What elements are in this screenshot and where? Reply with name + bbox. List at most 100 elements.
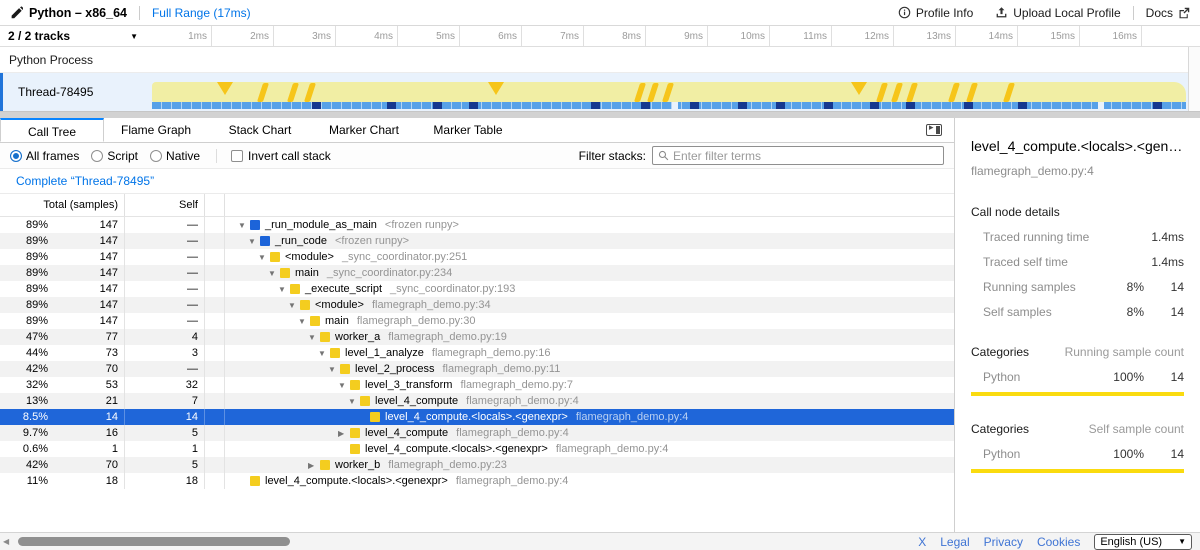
call-node[interactable]: ▼worker_aflamegraph_demo.py:19 — [225, 329, 954, 345]
breadcrumb-root-link[interactable]: Complete “Thread-78495” — [16, 174, 154, 188]
call-node[interactable]: ▼<module>_sync_coordinator.py:251 — [225, 249, 954, 265]
invert-call-stack-option[interactable]: Invert call stack — [216, 149, 331, 163]
footer-link-privacy[interactable]: Privacy — [984, 535, 1023, 549]
call-node[interactable]: ▼level_4_computeflamegraph_demo.py:4 — [225, 393, 954, 409]
call-node[interactable]: ▼level_3_transformflamegraph_demo.py:7 — [225, 377, 954, 393]
collapse-icon[interactable]: ▼ — [266, 269, 280, 278]
radio-icon[interactable] — [91, 150, 103, 162]
thread-track[interactable]: Thread-78495 — [0, 73, 1200, 111]
collapse-icon[interactable]: ▼ — [246, 237, 260, 246]
track-scrollbar-gutter[interactable] — [1188, 47, 1200, 111]
call-node[interactable]: ▼_execute_script_sync_coordinator.py:193 — [225, 281, 954, 297]
collapse-icon[interactable]: ▼ — [346, 397, 360, 406]
collapse-icon[interactable]: ▼ — [236, 221, 250, 230]
tab-stack-chart[interactable]: Stack Chart — [208, 118, 312, 142]
activity-graph[interactable] — [152, 82, 1186, 102]
table-row[interactable]: 11%1818level_4_compute.<locals>.<genexpr… — [0, 473, 954, 489]
tab-flame-graph[interactable]: Flame Graph — [104, 118, 208, 142]
selected-node-title: level_4_compute.<locals>.<genexpr> — [971, 138, 1184, 154]
radio-icon[interactable] — [150, 150, 162, 162]
cell-spacer — [205, 425, 225, 441]
footer-link-legal[interactable]: Legal — [940, 535, 969, 549]
marker-slash-icon — [286, 83, 298, 102]
radio-option-all-frames[interactable]: All frames — [10, 149, 79, 163]
table-row[interactable]: 47%774▼worker_aflamegraph_demo.py:19 — [0, 329, 954, 345]
table-row[interactable]: 89%147—▼_run_module_as_main<frozen runpy… — [0, 217, 954, 233]
collapse-icon[interactable]: ▼ — [256, 253, 270, 262]
call-node[interactable]: level_4_compute.<locals>.<genexpr>flameg… — [225, 441, 954, 457]
collapse-icon[interactable]: ▼ — [336, 381, 350, 390]
cell-self: 14 — [125, 409, 205, 425]
invert-checkbox[interactable] — [231, 150, 243, 162]
collapse-icon[interactable]: ▼ — [286, 301, 300, 310]
sample-dark-mark — [469, 102, 478, 109]
profile-info-button[interactable]: Profile Info — [898, 6, 973, 20]
cell-total-samples: 16 — [52, 425, 125, 441]
table-row[interactable]: 13%217▼level_4_computeflamegraph_demo.py… — [0, 393, 954, 409]
call-node[interactable]: ▼level_1_analyzeflamegraph_demo.py:16 — [225, 345, 954, 361]
sidebar-toggle-icon[interactable]: ▸ — [926, 124, 942, 136]
cell-self: — — [125, 361, 205, 377]
footer-link-x[interactable]: X — [918, 535, 926, 549]
call-node[interactable]: ▼main_sync_coordinator.py:234 — [225, 265, 954, 281]
samples-strip[interactable] — [152, 102, 1186, 109]
table-row[interactable]: 44%733▼level_1_analyzeflamegraph_demo.py… — [0, 345, 954, 361]
tab-marker-chart[interactable]: Marker Chart — [312, 118, 416, 142]
horizontal-scrollbar-thumb[interactable] — [18, 537, 290, 546]
source-location: flamegraph_demo.py:7 — [460, 379, 573, 391]
radio-option-native[interactable]: Native — [150, 149, 200, 163]
category-square-icon — [350, 380, 360, 390]
call-node[interactable]: ▶worker_bflamegraph_demo.py:23 — [225, 457, 954, 473]
footer-link-cookies[interactable]: Cookies — [1037, 535, 1080, 549]
collapse-icon[interactable]: ▼ — [326, 365, 340, 374]
scroll-left-arrow-icon[interactable]: ◀ — [0, 537, 9, 546]
call-node[interactable]: ▼level_2_processflamegraph_demo.py:11 — [225, 361, 954, 377]
column-header-self[interactable]: Self — [125, 194, 205, 216]
table-row[interactable]: 89%147—▼<module>flamegraph_demo.py:34 — [0, 297, 954, 313]
table-row[interactable]: 42%705▶worker_bflamegraph_demo.py:23 — [0, 457, 954, 473]
table-row[interactable]: 89%147—▼mainflamegraph_demo.py:30 — [0, 313, 954, 329]
thread-track-graph[interactable] — [150, 73, 1186, 111]
call-node[interactable]: ▼mainflamegraph_demo.py:30 — [225, 313, 954, 329]
docs-button[interactable]: Docs — [1146, 6, 1190, 20]
filter-input-box[interactable] — [652, 146, 944, 165]
radio-icon[interactable] — [10, 150, 22, 162]
table-row[interactable]: 8.5%1414level_4_compute.<locals>.<genexp… — [0, 409, 954, 425]
collapse-icon[interactable]: ▼ — [276, 285, 290, 294]
column-header-total[interactable]: Total (samples) — [0, 194, 125, 216]
upload-profile-button[interactable]: Upload Local Profile — [995, 6, 1120, 20]
radio-option-script[interactable]: Script — [91, 149, 138, 163]
cell-spacer — [205, 457, 225, 473]
table-row[interactable]: 42%70—▼level_2_processflamegraph_demo.py… — [0, 361, 954, 377]
tab-call-tree[interactable]: Call Tree — [0, 118, 104, 142]
expand-icon[interactable]: ▶ — [336, 429, 350, 438]
tracks-dropdown[interactable]: 2 / 2 tracks ▼ — [0, 26, 150, 46]
expand-icon[interactable]: ▶ — [306, 461, 320, 470]
table-row[interactable]: 89%147—▼<module>_sync_coordinator.py:251 — [0, 249, 954, 265]
category-bar — [971, 392, 1184, 396]
call-node[interactable]: ▼_run_module_as_main<frozen runpy> — [225, 217, 954, 233]
table-row[interactable]: 89%147—▼_execute_script_sync_coordinator… — [0, 281, 954, 297]
pane-splitter[interactable] — [0, 111, 1200, 118]
cell-total-samples: 77 — [52, 329, 125, 345]
call-node[interactable]: level_4_compute.<locals>.<genexpr>flameg… — [225, 409, 954, 425]
call-node[interactable]: ▶level_4_computeflamegraph_demo.py:4 — [225, 425, 954, 441]
call-node[interactable]: ▼_run_code<frozen runpy> — [225, 233, 954, 249]
filter-input[interactable] — [673, 149, 938, 163]
thread-track-label[interactable]: Thread-78495 — [3, 73, 150, 111]
collapse-icon[interactable]: ▼ — [316, 349, 330, 358]
call-node[interactable]: ▼<module>flamegraph_demo.py:34 — [225, 297, 954, 313]
table-row[interactable]: 0.6%11level_4_compute.<locals>.<genexpr>… — [0, 441, 954, 457]
full-range-link[interactable]: Full Range (17ms) — [152, 6, 251, 20]
table-row[interactable]: 32%5332▼level_3_transformflamegraph_demo… — [0, 377, 954, 393]
table-row[interactable]: 89%147—▼main_sync_coordinator.py:234 — [0, 265, 954, 281]
process-track[interactable]: Python Process — [0, 47, 1200, 73]
call-node[interactable]: level_4_compute.<locals>.<genexpr>flameg… — [225, 473, 954, 489]
collapse-icon[interactable]: ▼ — [306, 333, 320, 342]
collapse-icon[interactable]: ▼ — [296, 317, 310, 326]
language-select[interactable]: English (US) ▼ — [1094, 534, 1192, 550]
tab-marker-table[interactable]: Marker Table — [416, 118, 520, 142]
table-row[interactable]: 89%147—▼_run_code<frozen runpy> — [0, 233, 954, 249]
edit-pencil-icon[interactable] — [10, 6, 23, 19]
table-row[interactable]: 9.7%165▶level_4_computeflamegraph_demo.p… — [0, 425, 954, 441]
